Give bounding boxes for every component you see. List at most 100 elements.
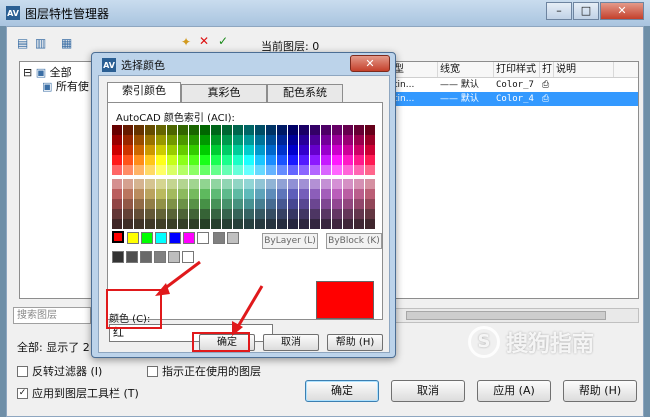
- aci-color-cell[interactable]: [266, 209, 276, 219]
- aci-color-cell[interactable]: [277, 199, 287, 209]
- aci-color-cell[interactable]: [321, 155, 331, 165]
- aci-color-cell[interactable]: [321, 145, 331, 155]
- aci-color-cell[interactable]: [178, 165, 188, 175]
- aci-color-cell[interactable]: [244, 135, 254, 145]
- dialog-close-button[interactable]: ✕: [350, 55, 390, 72]
- aci-color-cell[interactable]: [255, 199, 265, 209]
- aci-color-cell[interactable]: [354, 179, 364, 189]
- aci-color-cell[interactable]: [222, 199, 232, 209]
- aci-color-cell[interactable]: [266, 145, 276, 155]
- swatch-lightgray[interactable]: [227, 232, 239, 244]
- indicate-used-checkbox[interactable]: [147, 365, 158, 377]
- aci-color-cell[interactable]: [321, 219, 331, 229]
- aci-color-cell[interactable]: [189, 155, 199, 165]
- tab-index-color[interactable]: 索引颜色: [107, 82, 181, 102]
- aci-color-cell[interactable]: [332, 165, 342, 175]
- aci-color-cell[interactable]: [233, 209, 243, 219]
- aci-color-cell[interactable]: [266, 165, 276, 175]
- aci-color-cell[interactable]: [167, 199, 177, 209]
- aci-color-cell[interactable]: [112, 209, 122, 219]
- aci-color-cell[interactable]: [156, 219, 166, 229]
- aci-color-cell[interactable]: [178, 189, 188, 199]
- aci-color-cell[interactable]: [189, 179, 199, 189]
- aci-color-cell[interactable]: [222, 155, 232, 165]
- aci-color-cell[interactable]: [233, 135, 243, 145]
- aci-color-cell[interactable]: [299, 189, 309, 199]
- aci-color-cell[interactable]: [244, 219, 254, 229]
- aci-color-cell[interactable]: [365, 179, 375, 189]
- aci-color-cell[interactable]: [321, 209, 331, 219]
- printer-icon[interactable]: ⎙: [540, 92, 552, 106]
- aci-color-cell[interactable]: [299, 219, 309, 229]
- aci-color-cell[interactable]: [244, 209, 254, 219]
- new-layer-icon[interactable]: ✦: [181, 35, 191, 49]
- aci-color-cell[interactable]: [365, 189, 375, 199]
- aci-color-cell[interactable]: [354, 219, 364, 229]
- aci-color-cell[interactable]: [365, 145, 375, 155]
- aci-color-cell[interactable]: [310, 125, 320, 135]
- aci-color-cell[interactable]: [277, 145, 287, 155]
- aci-color-cell[interactable]: [145, 145, 155, 155]
- help-button[interactable]: 帮助 (H): [563, 380, 637, 402]
- aci-color-cell[interactable]: [167, 209, 177, 219]
- grid-header-plotstyle[interactable]: 打印样式: [494, 62, 540, 77]
- aci-color-cell[interactable]: [332, 199, 342, 209]
- aci-color-cell[interactable]: [123, 209, 133, 219]
- aci-color-cell[interactable]: [189, 199, 199, 209]
- aci-color-cell[interactable]: [310, 145, 320, 155]
- aci-color-cell[interactable]: [332, 125, 342, 135]
- aci-color-cell[interactable]: [255, 135, 265, 145]
- aci-color-cell[interactable]: [222, 209, 232, 219]
- aci-color-cell[interactable]: [310, 199, 320, 209]
- aci-color-cell[interactable]: [178, 135, 188, 145]
- aci-color-cell[interactable]: [112, 179, 122, 189]
- aci-color-cell[interactable]: [354, 189, 364, 199]
- aci-color-cell[interactable]: [134, 165, 144, 175]
- aci-color-cell[interactable]: [134, 179, 144, 189]
- aci-color-cell[interactable]: [266, 179, 276, 189]
- aci-color-cell[interactable]: [288, 155, 298, 165]
- tab-color-books[interactable]: 配色系统: [267, 84, 343, 102]
- invert-filter-option[interactable]: 反转过滤器 (I): [17, 363, 102, 379]
- aci-color-cell[interactable]: [354, 125, 364, 135]
- layer-states-icon[interactable]: ▦: [61, 36, 72, 50]
- aci-color-cell[interactable]: [244, 145, 254, 155]
- aci-color-cell[interactable]: [321, 165, 331, 175]
- aci-color-cell[interactable]: [266, 189, 276, 199]
- aci-color-cell[interactable]: [244, 155, 254, 165]
- aci-color-cell[interactable]: [332, 219, 342, 229]
- aci-color-cell[interactable]: [255, 145, 265, 155]
- aci-color-cell[interactable]: [211, 155, 221, 165]
- aci-color-cell[interactable]: [299, 209, 309, 219]
- aci-color-cell[interactable]: [167, 189, 177, 199]
- aci-color-cell[interactable]: [288, 135, 298, 145]
- aci-color-cell[interactable]: [134, 155, 144, 165]
- aci-color-cell[interactable]: [277, 125, 287, 135]
- aci-color-cell[interactable]: [123, 189, 133, 199]
- aci-color-cell[interactable]: [200, 165, 210, 175]
- aci-color-cell[interactable]: [332, 189, 342, 199]
- aci-color-cell[interactable]: [222, 189, 232, 199]
- aci-color-cell[interactable]: [365, 135, 375, 145]
- aci-color-cell[interactable]: [277, 219, 287, 229]
- aci-color-cell[interactable]: [266, 199, 276, 209]
- aci-color-cell[interactable]: [156, 135, 166, 145]
- aci-color-cell[interactable]: [211, 179, 221, 189]
- aci-color-cell[interactable]: [299, 145, 309, 155]
- aci-color-cell[interactable]: [189, 209, 199, 219]
- aci-color-cell[interactable]: [277, 189, 287, 199]
- aci-color-cell[interactable]: [200, 189, 210, 199]
- cancel-button[interactable]: 取消: [391, 380, 465, 402]
- aci-color-cell[interactable]: [178, 199, 188, 209]
- apply-toolbar-checkbox[interactable]: ✓: [17, 387, 28, 399]
- aci-color-cell[interactable]: [123, 199, 133, 209]
- aci-color-cell[interactable]: [123, 155, 133, 165]
- aci-color-cell[interactable]: [365, 125, 375, 135]
- aci-color-cell[interactable]: [178, 179, 188, 189]
- swatch-blue[interactable]: [169, 232, 181, 244]
- aci-color-cell[interactable]: [156, 189, 166, 199]
- aci-color-cell[interactable]: [156, 165, 166, 175]
- aci-color-cell[interactable]: [288, 209, 298, 219]
- aci-color-cell[interactable]: [321, 199, 331, 209]
- aci-color-cell[interactable]: [112, 125, 122, 135]
